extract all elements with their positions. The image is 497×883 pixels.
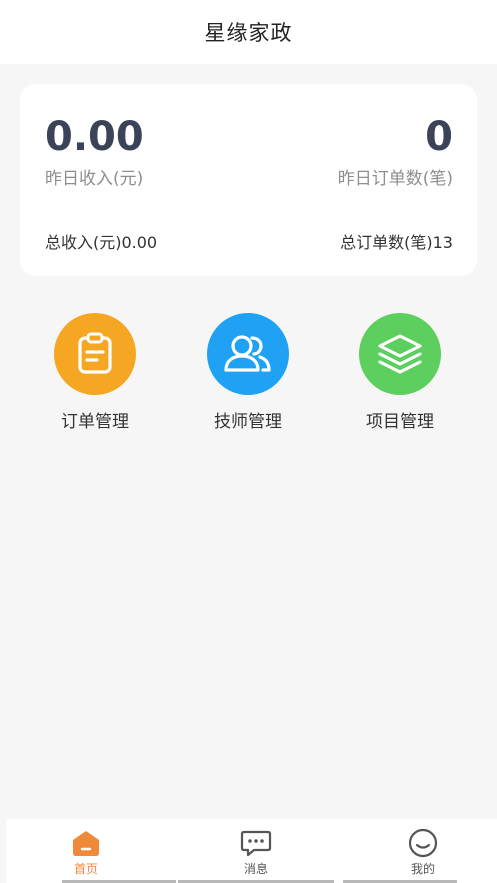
project-management-label: 项目管理: [366, 412, 434, 432]
message-icon: [240, 828, 272, 858]
clipboard-icon: [54, 313, 136, 395]
app-header: 星缘家政: [0, 0, 497, 64]
stats-card: 0.00 0 昨日收入(元) 昨日订单数(笔) 总收入(元)0.00 总订单数(…: [20, 84, 477, 276]
tab-profile[interactable]: 我的: [343, 819, 497, 883]
total-orders: 总订单数(笔)13: [340, 233, 453, 252]
yesterday-orders-value: 0: [425, 114, 453, 160]
yesterday-income-label: 昨日收入(元): [45, 169, 144, 189]
total-income: 总收入(元)0.00: [45, 233, 158, 252]
users-icon: [207, 313, 289, 395]
tab-messages-label: 消息: [243, 862, 268, 876]
tab-home[interactable]: 首页: [6, 819, 176, 883]
bottom-tab-bar: 首页 消息 我的: [6, 819, 497, 883]
yesterday-income-value: 0.00: [45, 114, 144, 160]
technician-management-label: 技师管理: [214, 412, 282, 432]
profile-icon: [407, 828, 439, 858]
tab-profile-label: 我的: [410, 862, 435, 876]
tab-home-label: 首页: [73, 862, 98, 876]
yesterday-orders-label: 昨日订单数(笔): [337, 169, 453, 189]
page-title: 星缘家政: [204, 21, 293, 45]
order-management-label: 订单管理: [61, 412, 129, 432]
project-management-button[interactable]: 项目管理: [340, 313, 460, 432]
layers-icon: [359, 313, 441, 395]
tab-messages[interactable]: 消息: [176, 819, 336, 883]
technician-management-button[interactable]: 技师管理: [188, 313, 308, 432]
function-menu: 订单管理 技师管理 项目管理: [0, 313, 497, 433]
order-management-button[interactable]: 订单管理: [35, 313, 155, 432]
home-icon: [70, 828, 102, 858]
